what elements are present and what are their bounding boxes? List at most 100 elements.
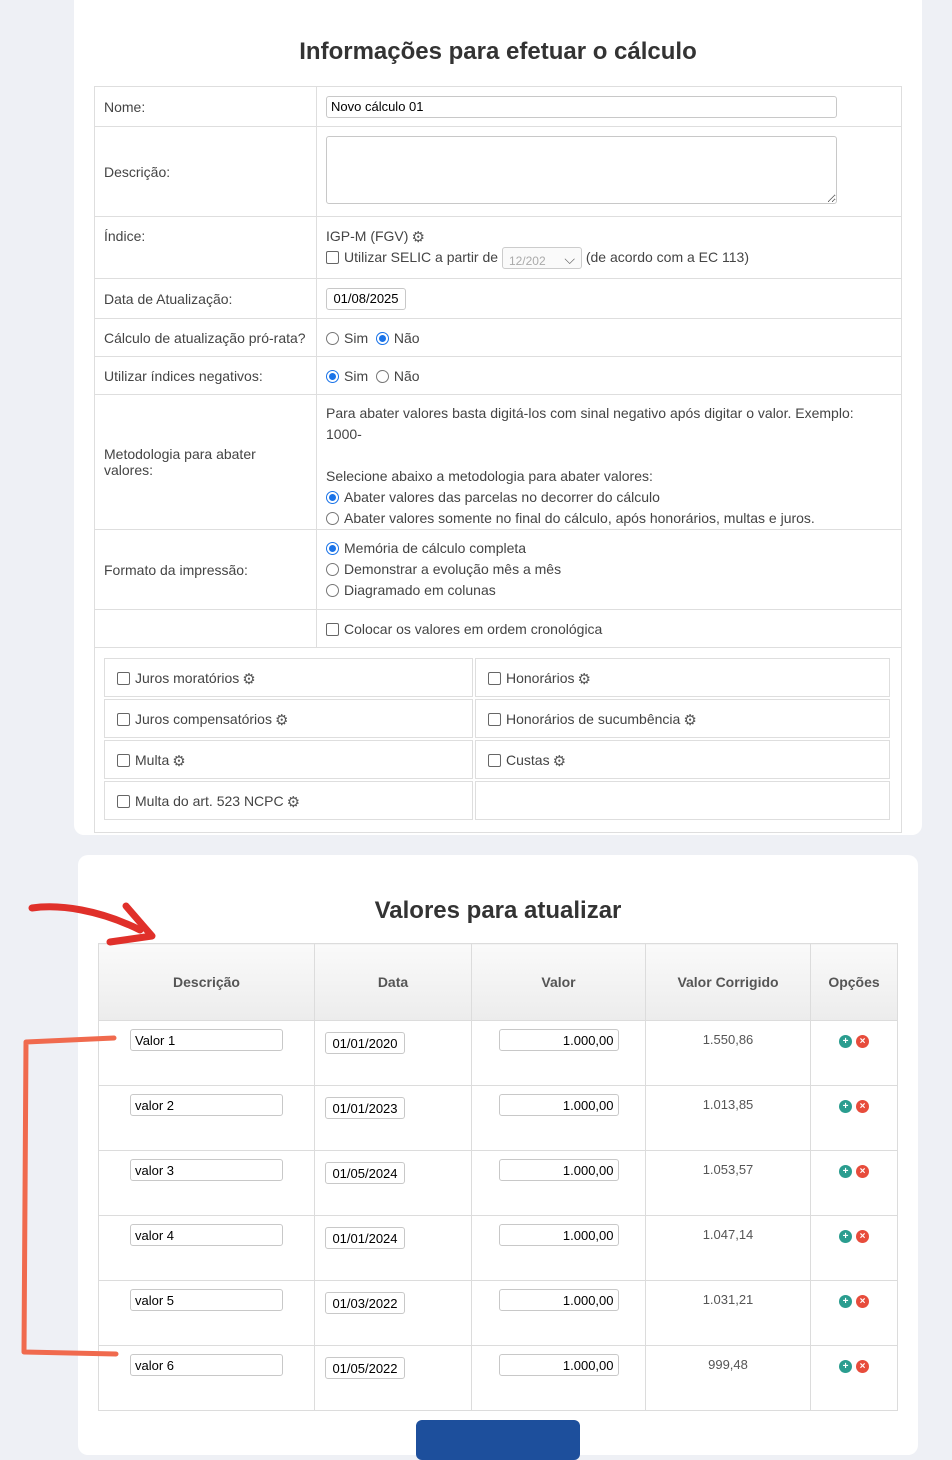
formato-opt1-radio[interactable] <box>326 542 339 555</box>
valor-input[interactable] <box>498 1029 619 1051</box>
formato-opt3-label: Diagramado em colunas <box>344 582 496 598</box>
table-row: 1.047,14 + × <box>98 1215 898 1281</box>
form-table: Nome: Descrição: Índice: IGP-M (FGV)⚙ Ut… <box>94 86 902 833</box>
descricao-input[interactable] <box>130 1289 283 1311</box>
gear-icon[interactable]: ⚙ <box>577 672 590 687</box>
delete-row-icon[interactable]: × <box>856 1230 869 1243</box>
option-honorarios: Honorários ⚙ <box>475 658 890 697</box>
prorata-nao-label: Não <box>393 329 420 346</box>
valor-input[interactable] <box>498 1289 619 1311</box>
option-empty <box>475 781 890 820</box>
valor-input[interactable] <box>498 1354 619 1376</box>
add-row-icon[interactable]: + <box>839 1295 852 1308</box>
chevron-down-icon: ⌵ <box>564 251 575 268</box>
gear-icon[interactable]: ⚙ <box>683 713 696 728</box>
option-juros-moratorios: Juros moratórios ⚙ <box>104 658 473 697</box>
nome-label: Nome: <box>94 86 317 127</box>
prorata-nao-radio[interactable] <box>375 331 389 345</box>
negativos-label: Utilizar índices negativos: <box>94 356 317 395</box>
add-row-icon[interactable]: + <box>839 1100 852 1113</box>
prorata-sim-radio[interactable] <box>326 331 339 345</box>
form-title: Informações para efetuar o cálculo <box>299 38 697 65</box>
multa-checkbox[interactable] <box>117 754 130 767</box>
data-atualizacao-label: Data de Atualização: <box>94 278 317 319</box>
negativos-sim-label: Sim <box>344 367 369 384</box>
delete-row-icon[interactable]: × <box>856 1360 869 1373</box>
date-input[interactable] <box>325 1097 405 1119</box>
options-grid: Juros moratórios ⚙ Honorários ⚙ Juros compe… <box>94 647 902 833</box>
negativos-nao-radio[interactable] <box>375 369 389 383</box>
date-input[interactable] <box>325 1292 405 1314</box>
table-row: 1.053,57 + × <box>98 1150 898 1216</box>
descricao-input[interactable] <box>130 1354 283 1376</box>
descricao-label: Descrição: <box>94 126 317 217</box>
valor-input[interactable] <box>498 1094 619 1116</box>
selic-suffix: (de acordo com a EC 113) <box>585 249 749 265</box>
multa-523-checkbox[interactable] <box>117 795 130 808</box>
descricao-input[interactable] <box>130 1159 283 1181</box>
valor-input[interactable] <box>498 1159 619 1181</box>
juros-compensatorios-checkbox[interactable] <box>117 713 130 726</box>
gear-icon[interactable]: ⚙ <box>242 672 255 687</box>
add-row-icon[interactable]: + <box>839 1035 852 1048</box>
gear-icon[interactable]: ⚙ <box>411 230 424 245</box>
header-data: Data <box>314 943 472 1021</box>
indice-value: IGP-M (FGV) <box>326 228 409 244</box>
custas-checkbox[interactable] <box>488 754 501 767</box>
option-juros-compensatorios: Juros compensatórios ⚙ <box>104 699 473 738</box>
metodologia-label: Metodologia para abater valores: <box>94 394 317 530</box>
submit-button[interactable] <box>416 1420 580 1460</box>
metodologia-opt1-label: Abater valores das parcelas no decorrer … <box>344 489 660 505</box>
valor-corrigido: 1.013,85 <box>645 1085 811 1151</box>
prorata-label: Cálculo de atualização pró-rata? <box>94 318 317 357</box>
selic-checkbox[interactable] <box>326 251 339 264</box>
valor-corrigido: 1.031,21 <box>645 1280 811 1346</box>
descricao-textarea[interactable] <box>326 136 837 204</box>
gear-icon[interactable]: ⚙ <box>172 754 185 769</box>
metodologia-opt2-radio[interactable] <box>326 512 339 525</box>
selic-label: Utilizar SELIC a partir de <box>344 249 499 265</box>
metodologia-opt1-radio[interactable] <box>326 491 339 504</box>
metodologia-opt2-label: Abater valores somente no final do cálcu… <box>344 510 815 526</box>
juros-moratorios-checkbox[interactable] <box>117 672 130 685</box>
valor-corrigido: 1.053,57 <box>645 1150 811 1216</box>
date-input[interactable] <box>325 1162 405 1184</box>
calculation-info-card: Informações para efetuar o cálculo Nome:… <box>74 0 922 835</box>
negativos-sim-radio[interactable] <box>326 369 339 383</box>
descricao-input[interactable] <box>130 1094 283 1116</box>
add-row-icon[interactable]: + <box>839 1165 852 1178</box>
data-atualizacao-input[interactable] <box>326 287 406 310</box>
descricao-input[interactable] <box>130 1029 283 1051</box>
table-row: 1.013,85 + × <box>98 1085 898 1151</box>
table-row: 999,48 + × <box>98 1345 898 1411</box>
table-row: 1.550,86 + × <box>98 1020 898 1086</box>
indice-label: Índice: <box>94 216 317 279</box>
selic-date-select[interactable]: 12/202 ⌵ <box>501 247 582 270</box>
values-title: Valores para atualizar <box>374 897 622 924</box>
descricao-input[interactable] <box>130 1224 283 1246</box>
delete-row-icon[interactable]: × <box>856 1165 869 1178</box>
valor-input[interactable] <box>498 1224 619 1246</box>
cronologica-checkbox[interactable] <box>326 622 339 636</box>
gear-icon[interactable]: ⚙ <box>287 795 300 810</box>
formato-opt2-radio[interactable] <box>326 563 339 576</box>
valor-corrigido: 999,48 <box>645 1345 811 1411</box>
option-multa: Multa ⚙ <box>104 740 473 779</box>
date-input[interactable] <box>325 1032 405 1054</box>
gear-icon[interactable]: ⚙ <box>275 713 288 728</box>
nome-input[interactable] <box>326 95 837 118</box>
delete-row-icon[interactable]: × <box>856 1035 869 1048</box>
valor-corrigido: 1.550,86 <box>645 1020 811 1086</box>
date-input[interactable] <box>325 1227 405 1249</box>
gear-icon[interactable]: ⚙ <box>553 754 566 769</box>
formato-opt3-radio[interactable] <box>326 584 339 597</box>
date-input[interactable] <box>325 1357 405 1379</box>
add-row-icon[interactable]: + <box>839 1360 852 1373</box>
option-honorarios-sucumbencia: Honorários de sucumbência ⚙ <box>475 699 890 738</box>
delete-row-icon[interactable]: × <box>856 1100 869 1113</box>
honorarios-sucumbencia-checkbox[interactable] <box>488 713 501 726</box>
add-row-icon[interactable]: + <box>839 1230 852 1243</box>
delete-row-icon[interactable]: × <box>856 1295 869 1308</box>
honorarios-checkbox[interactable] <box>488 672 501 685</box>
formato-opt1-label: Memória de cálculo completa <box>344 540 527 556</box>
